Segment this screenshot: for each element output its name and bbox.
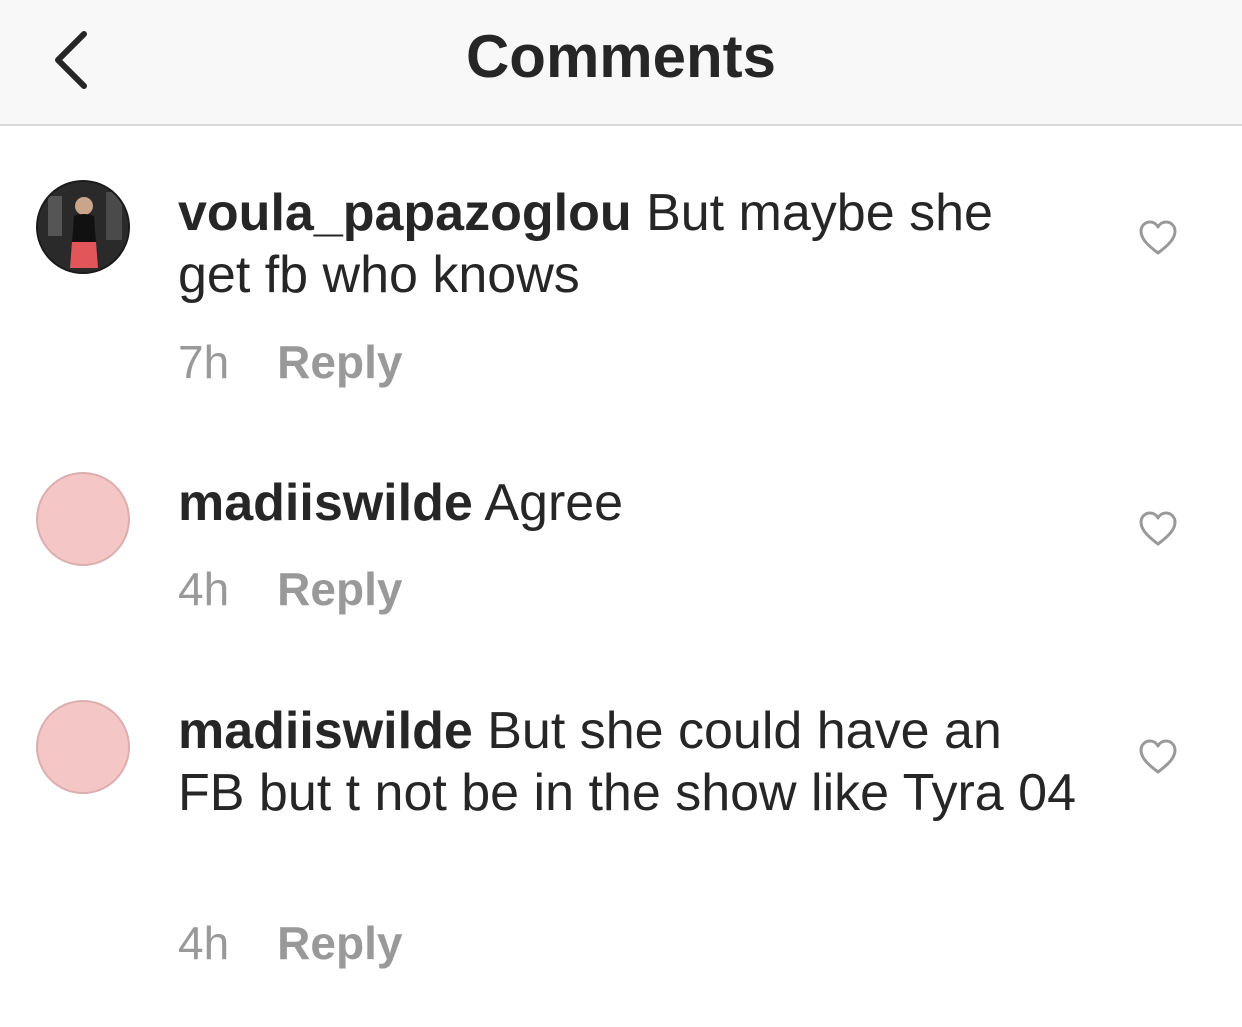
comment-username[interactable]: madiiswilde xyxy=(178,474,473,532)
comment-meta: 7h Reply xyxy=(178,336,402,388)
avatar[interactable] xyxy=(36,180,130,274)
comment-time: 4h xyxy=(178,917,230,969)
heart-outline-icon xyxy=(1139,511,1177,546)
like-button[interactable] xyxy=(1138,511,1178,547)
avatar[interactable] xyxy=(36,472,130,566)
page-title: Comments xyxy=(465,23,777,90)
comment-time: 7h xyxy=(178,336,230,388)
avatar[interactable] xyxy=(36,700,130,794)
comment-username[interactable]: voula_papazoglou xyxy=(178,184,632,242)
comment-meta: 4h Reply xyxy=(178,917,402,969)
like-button[interactable] xyxy=(1138,739,1178,775)
nav-header: Comments xyxy=(0,0,1242,126)
comment-time: 4h xyxy=(178,563,230,615)
heart-outline-icon xyxy=(1139,220,1177,255)
profile-photo xyxy=(38,182,128,272)
comment-text: madiiswilde But she could have an FB but… xyxy=(178,700,1078,824)
like-button[interactable] xyxy=(1138,220,1178,256)
reply-button[interactable]: Reply xyxy=(277,917,402,969)
heart-outline-icon xyxy=(1139,739,1177,774)
comment-text: voula_papazoglou But maybe she get fb wh… xyxy=(178,182,1078,306)
reply-button[interactable]: Reply xyxy=(277,563,402,615)
comment-body: Agree xyxy=(484,474,624,532)
comment-text: madiiswilde Agree xyxy=(178,472,1078,534)
reply-button[interactable]: Reply xyxy=(277,336,402,388)
comment-meta: 4h Reply xyxy=(178,563,402,615)
comment-username[interactable]: madiiswilde xyxy=(178,702,473,760)
